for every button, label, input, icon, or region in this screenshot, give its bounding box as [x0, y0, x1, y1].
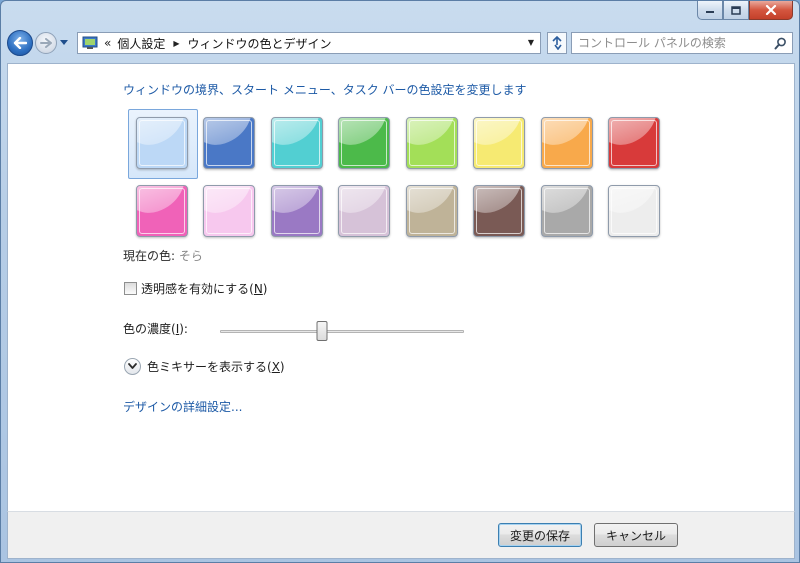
color-mixer-toggle[interactable]: 色ミキサーを表示する(X)	[124, 358, 285, 375]
swatch-tile[interactable]	[338, 117, 391, 169]
close-button[interactable]	[749, 1, 793, 20]
breadcrumb-window-color[interactable]: ウィンドウの色とデザイン	[188, 35, 332, 52]
color-swatch-1[interactable]	[128, 109, 198, 179]
swatch-tile[interactable]	[540, 117, 593, 169]
forward-arrow-icon	[40, 38, 52, 48]
swatch-tile[interactable]	[135, 117, 188, 169]
page-heading: ウィンドウの境界、スタート メニュー、タスク バーの色設定を変更します	[123, 83, 527, 97]
swatch-row-2	[128, 177, 668, 245]
swatch-tile[interactable]	[473, 185, 526, 237]
color-swatch-10[interactable]	[196, 177, 264, 245]
close-icon	[765, 5, 777, 15]
transparency-checkbox[interactable]	[124, 282, 137, 295]
maximize-button[interactable]	[723, 1, 749, 20]
address-dropdown-icon[interactable]: ▼	[528, 38, 534, 47]
refresh-icon	[552, 36, 562, 50]
search-icon[interactable]	[774, 37, 787, 50]
breadcrumb-arrow-icon[interactable]: ▶	[173, 39, 179, 48]
swatch-tile[interactable]	[405, 117, 458, 169]
minimize-button[interactable]	[697, 1, 723, 20]
transparency-option[interactable]: 透明感を有効にする(N)	[124, 280, 267, 297]
search-input[interactable]	[578, 36, 768, 50]
color-mixer-label[interactable]: 色ミキサーを表示する(X)	[147, 358, 285, 375]
color-swatch-2[interactable]	[196, 109, 264, 177]
color-swatch-13[interactable]	[398, 177, 466, 245]
expand-chevron-icon[interactable]	[124, 358, 141, 375]
back-arrow-icon	[13, 37, 27, 49]
swatch-tile[interactable]	[608, 185, 661, 237]
window: « 個人設定 ▶ ウィンドウの色とデザイン ▼ ウィンドウの境界、スタート メニ…	[0, 0, 800, 563]
swatch-tile[interactable]	[270, 117, 323, 169]
swatch-tile[interactable]	[203, 185, 256, 237]
minimize-icon	[706, 11, 714, 13]
control-panel-icon	[82, 36, 98, 49]
refresh-button[interactable]	[547, 32, 567, 54]
content-area: ウィンドウの境界、スタート メニュー、タスク バーの色設定を変更します 現在の色…	[7, 63, 795, 511]
breadcrumb-personalization[interactable]: 個人設定	[117, 35, 165, 52]
search-box[interactable]	[571, 32, 793, 54]
swatch-tile[interactable]	[270, 185, 323, 237]
back-button[interactable]	[7, 30, 33, 56]
advanced-appearance-link[interactable]: デザインの詳細設定...	[123, 398, 242, 415]
color-swatch-7[interactable]	[533, 109, 601, 177]
color-swatch-12[interactable]	[331, 177, 399, 245]
swatch-tile[interactable]	[608, 117, 661, 169]
swatch-tile[interactable]	[338, 185, 391, 237]
color-swatch-3[interactable]	[263, 109, 331, 177]
address-bar[interactable]: « 個人設定 ▶ ウィンドウの色とデザイン ▼	[77, 32, 541, 54]
color-swatches	[128, 109, 668, 245]
current-color-value: そら	[178, 249, 203, 263]
slider-track[interactable]	[220, 330, 464, 333]
color-swatch-5[interactable]	[398, 109, 466, 177]
swatch-tile[interactable]	[540, 185, 593, 237]
swatch-tile[interactable]	[405, 185, 458, 237]
color-intensity-slider[interactable]	[220, 321, 464, 341]
footer-bar: 変更の保存 キャンセル	[7, 511, 795, 559]
color-intensity-label: 色の濃度(I):	[123, 321, 188, 337]
color-swatch-15[interactable]	[533, 177, 601, 245]
color-swatch-4[interactable]	[331, 109, 399, 177]
chevron-down-icon	[60, 40, 68, 45]
swatch-tile[interactable]	[473, 117, 526, 169]
recent-pages-dropdown[interactable]	[58, 33, 70, 53]
current-color-label: 現在の色:	[123, 249, 176, 263]
caption-buttons	[697, 1, 793, 21]
color-swatch-9[interactable]	[128, 177, 196, 245]
color-swatch-11[interactable]	[263, 177, 331, 245]
swatch-tile[interactable]	[135, 185, 188, 237]
maximize-icon	[731, 5, 741, 15]
color-swatch-6[interactable]	[466, 109, 534, 177]
navigation-bar: « 個人設定 ▶ ウィンドウの色とデザイン ▼	[7, 27, 793, 59]
color-swatch-14[interactable]	[466, 177, 534, 245]
address-chevron[interactable]: «	[104, 36, 111, 50]
save-changes-button[interactable]: 変更の保存	[498, 523, 582, 547]
swatch-tile[interactable]	[203, 117, 256, 169]
swatch-row-1	[128, 109, 669, 179]
transparency-label[interactable]: 透明感を有効にする(N)	[141, 280, 267, 297]
slider-thumb[interactable]	[316, 321, 328, 341]
color-swatch-8[interactable]	[601, 109, 669, 177]
color-swatch-16[interactable]	[601, 177, 669, 245]
current-color: 現在の色: そら	[123, 247, 203, 264]
cancel-button[interactable]: キャンセル	[594, 523, 678, 547]
forward-button[interactable]	[35, 32, 57, 54]
